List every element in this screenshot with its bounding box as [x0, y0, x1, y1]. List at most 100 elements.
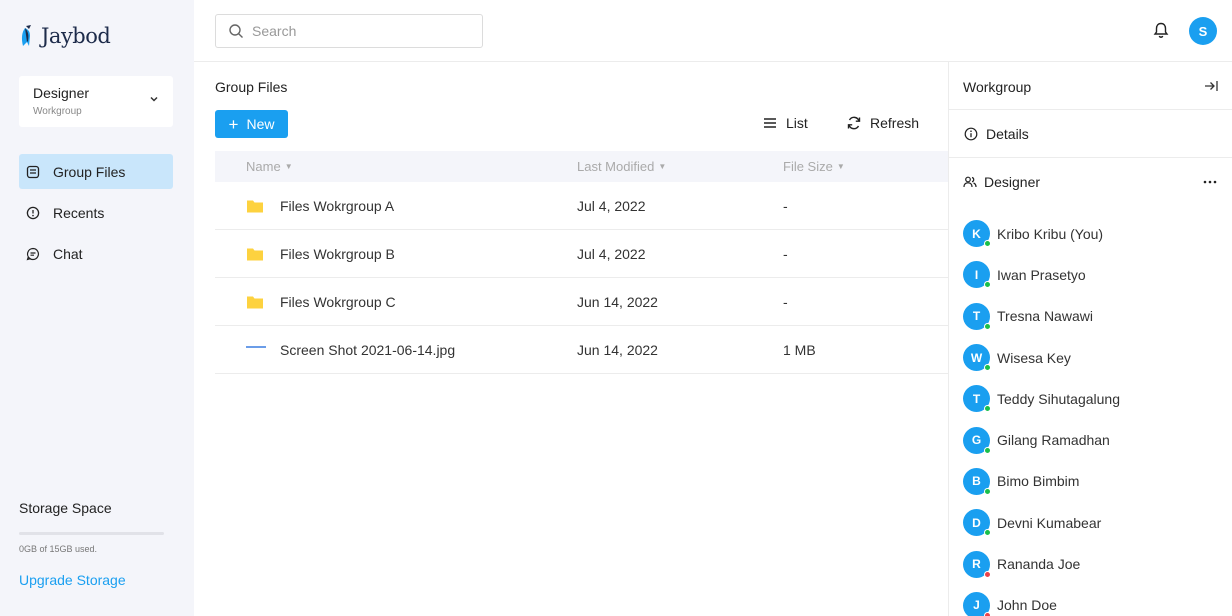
member-initial: B	[972, 474, 981, 489]
status-dot	[984, 240, 991, 248]
storage-title: Storage Space	[19, 500, 112, 516]
plus-icon: +	[228, 114, 239, 134]
refresh-button[interactable]: Refresh	[846, 115, 919, 131]
folder-icon	[247, 248, 263, 261]
member-initial: R	[972, 557, 981, 572]
member-name: Iwan Prasetyo	[997, 266, 1086, 283]
sidebar-item-label: Recents	[53, 204, 105, 221]
member-list: K Kribo Kribu (You) I Iwan Prasetyo T Tresn…	[963, 213, 1120, 616]
search-box[interactable]	[215, 14, 483, 48]
file-modified: Jul 4, 2022	[577, 246, 646, 262]
file-size: -	[783, 294, 788, 310]
member-initial: T	[972, 309, 981, 324]
member-name: Bimo Bimbim	[997, 473, 1080, 490]
member-initial: D	[972, 515, 981, 530]
workspace-name: Designer	[33, 85, 90, 101]
column-header-file-size[interactable]: File Size ▼	[783, 159, 845, 174]
new-button[interactable]: + New	[215, 110, 288, 138]
file-name: Files Wokrgroup B	[280, 246, 395, 262]
storage-used-text: 0GB of 15GB used.	[19, 544, 98, 554]
member-name: Teddy Sihutagalung	[997, 390, 1120, 407]
status-dot	[984, 611, 991, 616]
clock-icon	[26, 206, 40, 219]
files-table: Name ▼ Last Modified ▼ File Size ▼ Files…	[215, 151, 948, 374]
search-input[interactable]	[252, 23, 472, 39]
panel-header: Workgroup	[949, 62, 1232, 110]
group-header: Designer	[949, 158, 1232, 206]
workspace-select[interactable]: Designer Workgroup	[19, 76, 173, 127]
table-row[interactable]: Screen Shot 2021-06-14.jpg Jun 14, 2022 …	[215, 326, 948, 374]
status-dot	[984, 529, 991, 537]
member-initial: K	[972, 226, 981, 241]
table-row[interactable]: Files Wokrgroup C Jun 14, 2022 -	[215, 278, 948, 326]
upgrade-storage-link[interactable]: Upgrade Storage	[19, 572, 126, 588]
member-item[interactable]: T Teddy Sihutagalung	[963, 378, 1120, 419]
member-item[interactable]: R Rananda Joe	[963, 543, 1120, 584]
member-item[interactable]: D Devni Kumabear	[963, 502, 1120, 543]
more-horizontal-icon[interactable]	[1202, 174, 1218, 190]
table-row[interactable]: Files Wokrgroup B Jul 4, 2022 -	[215, 230, 948, 278]
panel-title: Workgroup	[963, 79, 1032, 95]
image-file-icon	[246, 346, 266, 348]
storage-progress-bar	[19, 532, 164, 535]
column-header-label: File Size	[783, 159, 833, 174]
member-item[interactable]: K Kribo Kribu (You)	[963, 213, 1120, 254]
member-item[interactable]: G Gilang Ramadhan	[963, 419, 1120, 460]
status-dot	[984, 405, 991, 413]
table-row[interactable]: Files Wokrgroup A Jul 4, 2022 -	[215, 182, 948, 230]
sidebar-item-recents[interactable]: Recents	[19, 195, 173, 230]
member-item[interactable]: J John Doe	[963, 585, 1120, 616]
page-title: Group Files	[215, 79, 288, 95]
status-dot	[984, 322, 991, 330]
chevron-down-icon	[150, 96, 158, 102]
list-icon	[764, 118, 776, 128]
member-item[interactable]: I Iwan Prasetyo	[963, 254, 1120, 295]
file-name: Files Wokrgroup C	[280, 294, 396, 310]
member-initial: I	[974, 267, 979, 282]
column-header-label: Last Modified	[577, 159, 655, 174]
status-dot	[984, 446, 991, 454]
bell-icon[interactable]	[1152, 21, 1170, 39]
chat-icon	[26, 247, 39, 260]
details-section[interactable]: Details	[949, 110, 1232, 158]
collapse-panel-icon[interactable]	[1204, 80, 1218, 92]
refresh-label: Refresh	[870, 115, 920, 131]
list-view-button[interactable]: List	[762, 115, 808, 131]
member-name: Kribo Kribu (You)	[997, 225, 1104, 242]
member-item[interactable]: W Wisesa Key	[963, 337, 1120, 378]
member-name: Wisesa Key	[997, 349, 1071, 366]
user-avatar[interactable]: S	[1189, 17, 1217, 45]
brand-name: Jaybod	[41, 24, 111, 48]
column-header-last-modified[interactable]: Last Modified ▼	[577, 159, 666, 174]
member-name: Tresna Nawawi	[997, 308, 1093, 325]
sidebar-item-chat[interactable]: Chat	[19, 236, 173, 271]
member-item[interactable]: T Tresna Nawawi	[963, 296, 1120, 337]
chevron-down-icon: ▼	[836, 162, 845, 171]
member-item[interactable]: B Bimo Bimbim	[963, 461, 1120, 502]
file-size: -	[783, 198, 788, 214]
member-avatar: T	[963, 302, 991, 330]
column-header-label: Name	[246, 159, 281, 174]
sidebar: Jaybod Designer Workgroup Group Files Re…	[0, 0, 194, 616]
member-name: Rananda Joe	[997, 556, 1081, 573]
member-avatar: D	[963, 509, 991, 537]
member-name: John Doe	[997, 597, 1057, 614]
workgroup-panel: Workgroup Details Designer K Kribo Kribu …	[948, 62, 1232, 616]
status-dot	[984, 570, 991, 578]
member-initial: T	[972, 391, 981, 406]
chevron-down-icon: ▼	[284, 162, 293, 171]
group-name: Designer	[984, 174, 1041, 190]
sidebar-item-group-files[interactable]: Group Files	[19, 154, 173, 189]
chevron-down-icon: ▼	[658, 162, 667, 171]
column-header-name[interactable]: Name ▼	[246, 159, 293, 174]
brand-logo[interactable]: Jaybod	[19, 24, 111, 48]
folder-file-icon	[26, 165, 40, 178]
folder-icon	[247, 296, 263, 309]
member-name: Gilang Ramadhan	[997, 432, 1110, 449]
member-name: Devni Kumabear	[997, 514, 1102, 531]
member-avatar: K	[963, 220, 991, 248]
status-dot	[984, 281, 991, 289]
member-avatar: I	[963, 261, 991, 289]
file-modified: Jun 14, 2022	[577, 342, 658, 358]
search-icon	[229, 24, 243, 38]
